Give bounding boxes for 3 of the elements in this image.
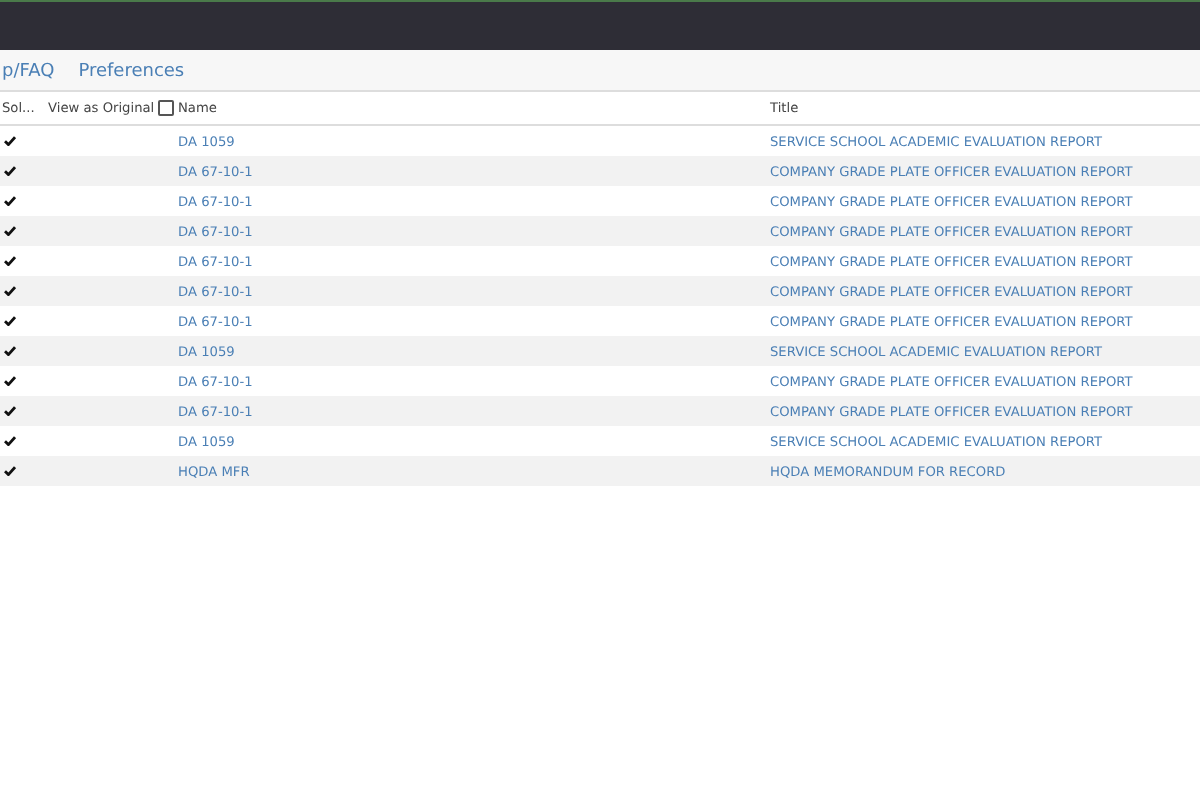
checkbox[interactable] bbox=[158, 100, 175, 116]
nav-link[interactable]: Preferences bbox=[78, 61, 185, 81]
nav-link[interactable]: p/FAQ bbox=[2, 61, 55, 81]
